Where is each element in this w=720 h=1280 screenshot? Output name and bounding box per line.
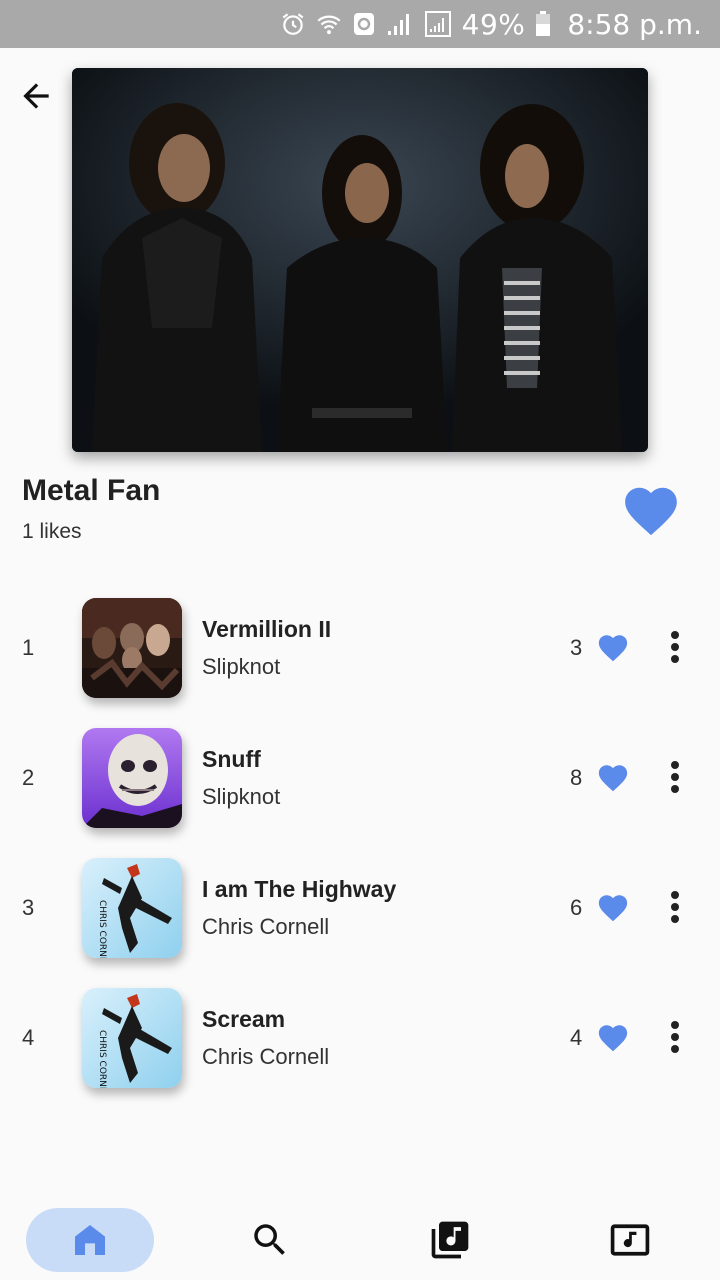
music-player-icon (610, 1224, 650, 1256)
alarm-icon (280, 11, 306, 37)
track-row[interactable]: 2 Snuff Slipknot 8 (0, 713, 720, 843)
track-like-button[interactable] (596, 1021, 630, 1055)
playlist-likes-count: 1 likes (22, 520, 82, 543)
track-row[interactable]: 3 CHRIS CORNELL SCREAM I am The Highway … (0, 843, 720, 973)
album-art-caption: CHRIS CORNELL SCREAM (97, 1030, 107, 1088)
more-vert-icon (671, 631, 679, 663)
battery-icon (535, 11, 551, 37)
playlist-cover-image (72, 68, 648, 452)
nav-library-button[interactable] (410, 1208, 490, 1272)
more-vert-icon (671, 761, 679, 793)
album-art-caption: CHRIS CORNELL SCREAM (97, 900, 107, 958)
track-artist: Slipknot (202, 784, 281, 809)
nav-player-button[interactable] (590, 1208, 670, 1272)
album-art-slipknot (82, 598, 182, 698)
track-likes-count: 6 (570, 895, 583, 920)
album-art-mask (82, 728, 182, 828)
track-number: 2 (22, 765, 35, 790)
back-button[interactable] (14, 74, 58, 118)
track-list: 1 Vermillion II Slipknot 3 2 Snuff Slipk… (0, 583, 720, 1103)
track-artist: Chris Cornell (202, 1044, 330, 1069)
heart-icon (598, 1025, 628, 1052)
track-likes-count: 8 (570, 765, 583, 790)
bottom-navigation (0, 1200, 720, 1280)
playlist-like-button[interactable] (620, 480, 682, 542)
home-icon (75, 1225, 105, 1255)
heart-icon (598, 895, 628, 922)
heart-icon (598, 635, 628, 662)
battery-percent: 49% (461, 7, 526, 41)
app-root: 49% 8:58 p.m. Metal Fan 1 likes 1 Vermil… (0, 0, 720, 1280)
playlist-title: Metal Fan (22, 474, 161, 507)
track-likes-count: 4 (570, 1025, 583, 1050)
data-saver-icon (352, 11, 376, 37)
track-likes-count: 3 (570, 635, 583, 660)
track-artist: Chris Cornell (202, 914, 330, 939)
clock: 8:58 p.m. (567, 7, 702, 41)
track-more-button[interactable] (662, 627, 688, 667)
track-number: 4 (22, 1025, 35, 1050)
heart-icon (598, 765, 628, 792)
track-title: Snuff (202, 746, 261, 772)
track-title: Scream (202, 1006, 286, 1032)
track-title: I am The Highway (202, 876, 397, 902)
signal-alt-icon (424, 10, 452, 38)
status-bar: 49% 8:58 p.m. (0, 0, 720, 48)
signal-icon (386, 11, 414, 37)
track-number: 3 (22, 895, 35, 920)
track-like-button[interactable] (596, 631, 630, 665)
arrow-back-icon (23, 83, 49, 109)
track-row[interactable]: 1 Vermillion II Slipknot 3 (0, 583, 720, 713)
track-like-button[interactable] (596, 761, 630, 795)
nav-home-button[interactable] (26, 1208, 154, 1272)
album-art-scream: CHRIS CORNELL SCREAM (82, 858, 182, 958)
search-icon (254, 1224, 285, 1255)
more-vert-icon (671, 891, 679, 923)
track-title: Vermillion II (202, 616, 332, 642)
track-like-button[interactable] (596, 891, 630, 925)
heart-filled-icon (625, 487, 677, 536)
track-more-button[interactable] (662, 757, 688, 797)
track-more-button[interactable] (662, 1017, 688, 1057)
more-vert-icon (671, 1021, 679, 1053)
track-artist: Slipknot (202, 654, 281, 679)
track-row[interactable]: 4 CHRIS CORNELL SCREAM Scream Chris Corn… (0, 973, 720, 1103)
track-more-button[interactable] (662, 887, 688, 927)
wifi-icon (316, 11, 342, 37)
album-art-scream: CHRIS CORNELL SCREAM (82, 988, 182, 1088)
nav-search-button[interactable] (230, 1208, 310, 1272)
library-music-icon (431, 1221, 469, 1259)
track-number: 1 (22, 635, 35, 660)
